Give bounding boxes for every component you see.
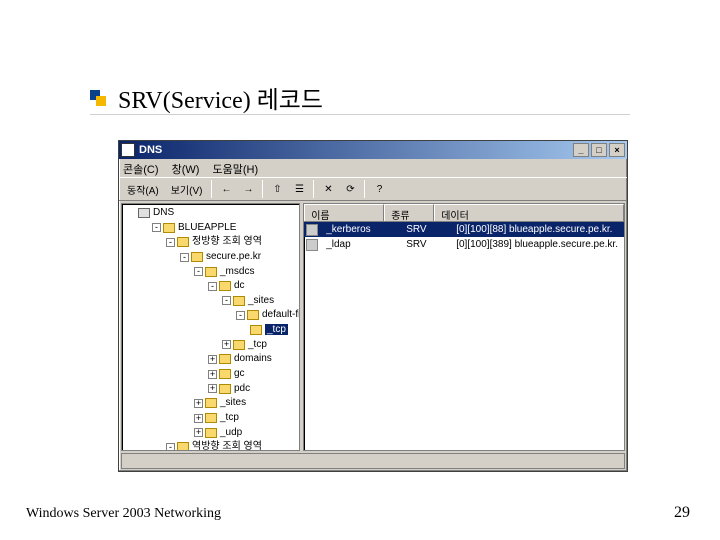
toolbar: 동작(A) 보기(V) ← → ⇧ ☰ ✕ ⟳ ?	[119, 177, 627, 201]
title-bullet-icon	[90, 90, 106, 106]
col-data[interactable]: 데이터	[434, 204, 624, 221]
expand-toggle[interactable]: +	[208, 355, 217, 364]
view-menu-button[interactable]: 보기(V)	[166, 179, 208, 199]
list-row[interactable]: _kerberos SRV [0][100][88] blueapple.sec…	[304, 222, 624, 237]
tree-tcp-selected[interactable]: _tcp	[250, 323, 297, 338]
record-icon	[306, 224, 318, 236]
expand-toggle[interactable]: -	[236, 311, 245, 320]
tree-sites[interactable]: -_sites -default-first-site-name _tcp	[222, 294, 297, 338]
title-divider	[90, 114, 630, 115]
folder-icon	[250, 325, 262, 335]
tree-pdc[interactable]: +pdc	[208, 382, 297, 397]
action-menu-button[interactable]: 동작(A)	[122, 179, 164, 199]
tree-msdcs[interactable]: -_msdcs -dc -_sites	[194, 265, 297, 397]
expand-toggle[interactable]: -	[180, 253, 189, 262]
cell-data: [0][100][389] blueapple.secure.pe.kr.	[450, 239, 624, 250]
expand-toggle[interactable]: -	[208, 282, 217, 291]
expand-toggle[interactable]: +	[194, 428, 203, 437]
zone-icon	[191, 252, 203, 262]
list-rows: _kerberos SRV [0][100][88] blueapple.sec…	[304, 222, 624, 450]
toolbar-separator	[262, 180, 263, 198]
forward-button[interactable]: →	[238, 179, 258, 199]
menu-console[interactable]: 콘솔(C)	[123, 164, 159, 176]
tree-domain[interactable]: -secure.pe.kr -_msdcs -dc -_sites	[180, 250, 297, 440]
expand-toggle[interactable]: +	[208, 384, 217, 393]
cell-name: _ldap	[320, 239, 400, 250]
cell-name: _kerberos	[320, 224, 400, 235]
refresh-button[interactable]: ⟳	[340, 179, 360, 199]
cell-type: SRV	[400, 239, 450, 250]
folder-icon	[219, 281, 231, 291]
expand-toggle[interactable]: +	[194, 399, 203, 408]
dns-mmc-window: DNS _ □ × 콘솔(C) 창(W) 도움말(H) 동작(A) 보기(V) …	[118, 140, 628, 472]
menu-window[interactable]: 창(W)	[172, 164, 200, 176]
server-icon	[163, 223, 175, 233]
tree-gc[interactable]: +gc	[208, 367, 297, 382]
help-button[interactable]: ?	[369, 179, 389, 199]
expand-toggle[interactable]: -	[166, 238, 175, 247]
cell-type: SRV	[400, 224, 450, 235]
footer-left: Windows Server 2003 Networking	[26, 506, 221, 522]
expand-toggle[interactable]: -	[166, 443, 175, 451]
back-button[interactable]: ←	[216, 179, 236, 199]
expand-toggle[interactable]: +	[208, 370, 217, 379]
folder-icon	[205, 428, 217, 438]
window-title: DNS	[139, 144, 162, 156]
col-type[interactable]: 종류	[384, 204, 434, 221]
delete-button[interactable]: ✕	[318, 179, 338, 199]
tree-pane[interactable]: DNS -BLUEAPPLE -정방향 조회 영역 -secure.pe.kr …	[121, 203, 300, 451]
tree-dc[interactable]: -dc -_sites -default-first-site-name	[208, 279, 297, 352]
expand-toggle[interactable]: -	[222, 296, 231, 305]
folder-icon	[205, 267, 217, 277]
folder-icon	[205, 398, 217, 408]
close-button[interactable]: ×	[609, 143, 625, 157]
tree-domains[interactable]: +domains	[208, 352, 297, 367]
folder-icon	[177, 442, 189, 451]
folder-icon	[247, 310, 259, 320]
folder-icon	[233, 340, 245, 350]
tree-udp-node[interactable]: +_udp	[194, 426, 297, 441]
tree-rev-zone[interactable]: -역방향 조회 영역 +10.210.in-addr.arpa +in-addr…	[166, 440, 297, 451]
titlebar[interactable]: DNS _ □ ×	[119, 141, 627, 159]
folder-icon	[219, 384, 231, 394]
app-icon	[121, 143, 135, 157]
record-icon	[306, 239, 318, 251]
page-number: 29	[674, 504, 690, 522]
folder-icon	[233, 296, 245, 306]
tree-first-site[interactable]: -default-first-site-name _tcp	[236, 308, 297, 337]
up-button[interactable]: ⇧	[267, 179, 287, 199]
expand-toggle[interactable]: +	[194, 414, 203, 423]
maximize-button[interactable]: □	[591, 143, 607, 157]
col-name[interactable]: 이름	[304, 204, 384, 221]
list-row[interactable]: _ldap SRV [0][100][389] blueapple.secure…	[304, 237, 624, 252]
list-pane[interactable]: 이름 종류 데이터 _kerberos SRV [0][100][88] blu…	[303, 203, 625, 451]
cell-data: [0][100][88] blueapple.secure.pe.kr.	[450, 224, 624, 235]
folder-icon	[177, 237, 189, 247]
expand-toggle[interactable]: +	[222, 340, 231, 349]
folder-icon	[219, 369, 231, 379]
menu-help[interactable]: 도움말(H)	[212, 164, 258, 176]
properties-button[interactable]: ☰	[289, 179, 309, 199]
tree-fwd-zone[interactable]: -정방향 조회 영역 -secure.pe.kr -_msdcs -dc	[166, 235, 297, 440]
toolbar-separator	[313, 180, 314, 198]
toolbar-separator	[211, 180, 212, 198]
minimize-button[interactable]: _	[573, 143, 589, 157]
slide-title: SRV(Service) 레코드	[118, 80, 323, 115]
tree-tcp-node[interactable]: +_tcp	[194, 411, 297, 426]
tree-tcp2[interactable]: +_tcp	[222, 338, 297, 353]
tree-root[interactable]: DNS -BLUEAPPLE -정방향 조회 영역 -secure.pe.kr …	[138, 206, 297, 451]
statusbar	[121, 453, 625, 469]
tree-server[interactable]: -BLUEAPPLE -정방향 조회 영역 -secure.pe.kr -_ms…	[152, 221, 297, 451]
folder-icon	[205, 413, 217, 423]
expand-toggle[interactable]: -	[152, 223, 161, 232]
column-headers: 이름 종류 데이터	[304, 204, 624, 222]
menubar: 콘솔(C) 창(W) 도움말(H)	[119, 159, 627, 177]
tree-sites-node[interactable]: +_sites	[194, 396, 297, 411]
folder-icon	[219, 354, 231, 364]
console-root-icon	[138, 208, 150, 218]
toolbar-separator	[364, 180, 365, 198]
expand-toggle[interactable]: -	[194, 267, 203, 276]
